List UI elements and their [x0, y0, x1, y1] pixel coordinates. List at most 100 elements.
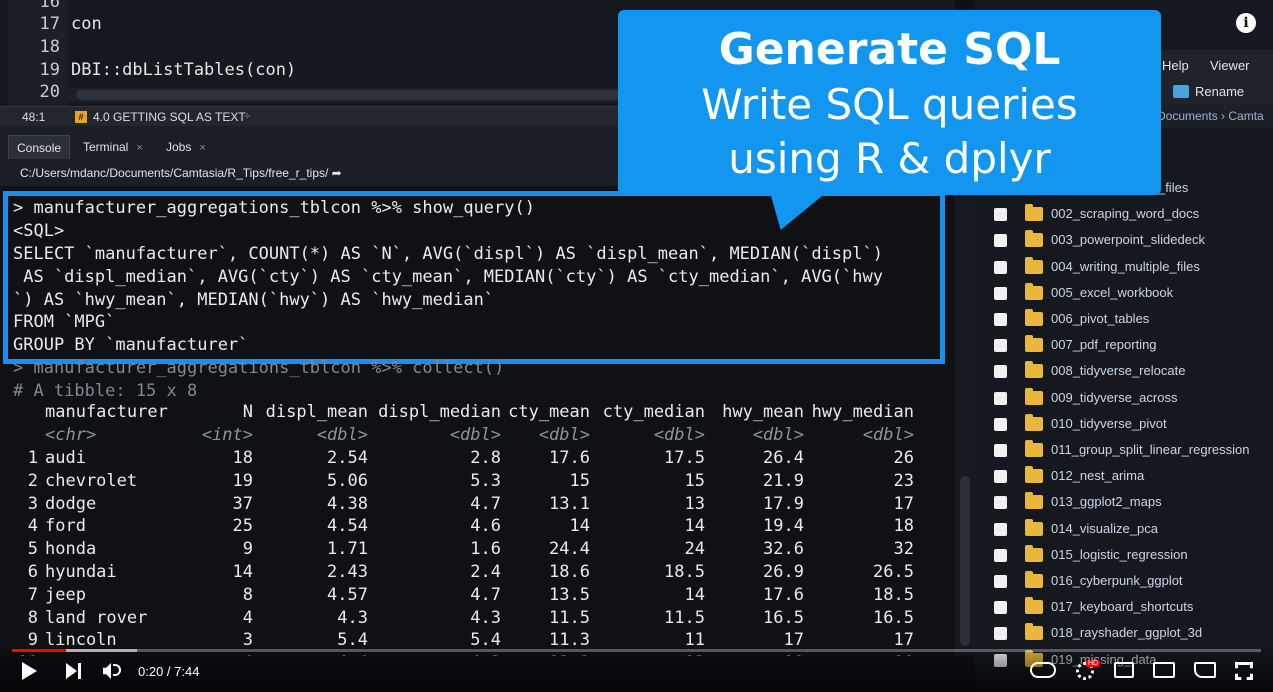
file-list-item[interactable]: 007_pdf_reporting: [975, 333, 1273, 359]
table-cell: 4.7: [470, 493, 501, 514]
file-list-item[interactable]: 015_logistic_regression: [975, 543, 1273, 569]
checkbox[interactable]: [994, 313, 1007, 326]
file-list-item[interactable]: 002_scraping_word_docs: [975, 202, 1273, 228]
rename-icon[interactable]: [1173, 85, 1189, 98]
checkbox[interactable]: [994, 444, 1007, 457]
checkbox[interactable]: [994, 496, 1007, 510]
checkbox[interactable]: [994, 286, 1007, 300]
file-list-item[interactable]: 014_visualize_pca: [975, 517, 1273, 543]
file-list-item[interactable]: 016_cyberpunk_ggplot: [975, 569, 1273, 595]
next-icon[interactable]: [66, 663, 77, 679]
rename-button[interactable]: Rename: [1195, 84, 1244, 99]
close-icon[interactable]: ×: [199, 142, 205, 154]
file-list-item[interactable]: 004_writing_multiple_files: [975, 255, 1273, 281]
checkbox[interactable]: [994, 548, 1007, 562]
file-list-item[interactable]: 017_keyboard_shortcuts: [975, 595, 1273, 621]
file-list-item[interactable]: 005_excel_workbook: [975, 281, 1273, 307]
checkbox[interactable]: [994, 522, 1007, 536]
file-list-item[interactable]: 003_powerpoint_slidedeck: [975, 228, 1273, 254]
file-name[interactable]: 009_tidyverse_across: [1051, 390, 1177, 405]
file-list-item[interactable]: 008_tidyverse_relocate: [975, 359, 1273, 385]
file-name[interactable]: 002_scraping_word_docs: [1051, 206, 1199, 221]
file-name[interactable]: 007_pdf_reporting: [1051, 337, 1157, 352]
folder-icon: [1025, 597, 1043, 615]
file-name[interactable]: 015_logistic_regression: [1051, 547, 1188, 562]
file-name[interactable]: 003_powerpoint_slidedeck: [1051, 232, 1205, 247]
table-cell: 37: [232, 493, 253, 514]
table-cell: 18: [893, 516, 914, 537]
tab-console[interactable]: Console: [8, 135, 71, 159]
checkbox[interactable]: [994, 391, 1007, 405]
table-cell: 18.6: [549, 561, 590, 582]
table-cell: <dbl>: [862, 425, 914, 446]
cast-icon[interactable]: [1194, 662, 1216, 678]
tab-viewer[interactable]: Viewer: [1210, 58, 1250, 73]
table-row: 7 jeep 8 4.57 4.7 13.5 14 17.6 18.5: [0, 583, 914, 606]
checkbox[interactable]: [994, 575, 1007, 588]
play-icon[interactable]: [22, 662, 37, 680]
table-cell: 13: [684, 493, 705, 514]
table-cell: 17.9: [763, 493, 804, 514]
section-navigator[interactable]: 4.0 GETTING SQL AS TEXT: [93, 110, 246, 124]
file-name[interactable]: 011_group_split_linear_regression: [1051, 442, 1250, 457]
checkbox[interactable]: [994, 601, 1007, 615]
table-cell: 5: [27, 539, 38, 560]
file-list-item[interactable]: 013_ggplot2_maps: [975, 490, 1273, 516]
checkbox[interactable]: [994, 208, 1007, 222]
file-list-item[interactable]: 018_rayshader_ggplot_3d: [975, 621, 1273, 647]
file-list-item[interactable]: 011_group_split_linear_regression: [975, 438, 1273, 464]
code-line[interactable]: DBI::dbListTables(con): [71, 60, 296, 80]
file-name[interactable]: 004_writing_multiple_files: [1051, 259, 1200, 274]
table-cell: 3: [27, 493, 38, 514]
checkbox[interactable]: [994, 339, 1007, 353]
file-name[interactable]: 013_ggplot2_maps: [1051, 494, 1162, 509]
table-row: 1 audi 18 2.54 2.8 17.6 17.5 26.4 26: [0, 447, 914, 470]
video-progress-bar[interactable]: [12, 649, 1261, 652]
folder-icon: [1025, 440, 1043, 457]
console-vertical-scrollbar[interactable]: [955, 126, 975, 656]
file-name[interactable]: 017_keyboard_shortcuts: [1051, 599, 1193, 614]
scrollbar-thumb[interactable]: [76, 90, 636, 100]
table-cell: 8: [27, 607, 38, 628]
folder-icon: [1025, 204, 1043, 222]
checkbox[interactable]: [994, 417, 1007, 431]
tab-jobs[interactable]: Jobs ×: [158, 135, 214, 159]
checkbox[interactable]: [994, 260, 1007, 274]
table-cell: 32.6: [763, 539, 804, 560]
file-list-item[interactable]: 009_tidyverse_across: [975, 386, 1273, 412]
file-name[interactable]: 008_tidyverse_relocate: [1051, 363, 1185, 378]
file-name[interactable]: 010_tidyverse_pivot: [1051, 416, 1167, 431]
autoplay-toggle[interactable]: [1030, 662, 1056, 678]
file-name[interactable]: 012_nest_arima: [1051, 468, 1144, 483]
file-name[interactable]: 005_excel_workbook: [1051, 285, 1173, 300]
line-number: 16: [39, 0, 60, 12]
table-cell: <dbl>: [538, 425, 590, 446]
file-list-item[interactable]: 010_tidyverse_pivot: [975, 412, 1273, 438]
tab-label: Terminal: [83, 140, 129, 154]
info-icon[interactable]: i: [1236, 13, 1256, 33]
miniplayer-icon[interactable]: [1114, 662, 1134, 678]
checkbox[interactable]: [994, 627, 1007, 641]
checkbox[interactable]: [994, 470, 1007, 484]
line-number: 18: [39, 37, 60, 57]
table-cell: 16.5: [763, 607, 804, 628]
scrollbar-thumb[interactable]: [960, 476, 970, 646]
checkbox[interactable]: [994, 234, 1007, 248]
tab-help[interactable]: Help: [1162, 58, 1189, 73]
file-list-item[interactable]: 012_nest_arima: [975, 464, 1273, 490]
theater-mode-icon[interactable]: [1153, 662, 1175, 678]
chevron-updown-icon[interactable]: ÷: [244, 109, 251, 123]
file-name[interactable]: 014_visualize_pca: [1051, 521, 1158, 536]
tab-terminal[interactable]: Terminal ×: [75, 135, 151, 159]
file-name[interactable]: 018_rayshader_ggplot_3d: [1051, 625, 1202, 640]
code-line[interactable]: con: [71, 14, 102, 34]
tab-label: Console: [17, 141, 62, 155]
file-name[interactable]: 016_cyberpunk_ggplot: [1051, 573, 1183, 588]
file-list-item[interactable]: 006_pivot_tables: [975, 307, 1273, 333]
folder-icon: [1025, 571, 1043, 588]
checkbox[interactable]: [994, 365, 1007, 379]
table-cell: jeep: [45, 584, 86, 605]
close-icon[interactable]: ×: [136, 142, 142, 154]
console-output[interactable]: > manufacturer_aggregations_tblcon %>% s…: [0, 186, 955, 656]
file-name[interactable]: 006_pivot_tables: [1051, 311, 1149, 326]
